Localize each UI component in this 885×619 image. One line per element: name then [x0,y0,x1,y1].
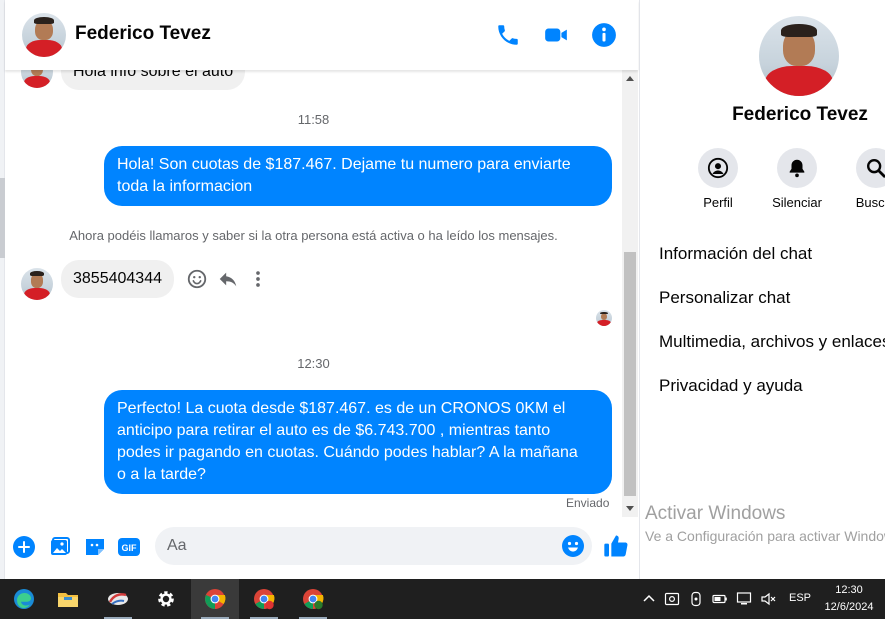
info-icon[interactable] [591,22,617,48]
mute-action-label: Silenciar [772,195,822,210]
edge-browser-icon[interactable] [0,579,48,619]
timestamp: 11:58 [297,112,330,127]
message-line: Perfecto! La cuota desde $187.467. es de… [117,400,566,417]
message-input[interactable] [167,527,547,565]
message-line: podes ir pagando en cuotas. Cuándo podes… [117,444,578,461]
message-line: anticipo para retirar el auto es de $6.7… [117,422,551,439]
contact-name[interactable]: Federico Tevez [75,23,211,45]
react-emoji-icon[interactable] [186,268,208,290]
activation-watermark-subtitle: Ve a Configuración para activar Windows. [645,528,885,544]
message-line: o a la tarde? [117,466,206,483]
message-avatar[interactable] [21,268,53,300]
system-notice: Ahora podéis llamaros y saber si la otra… [69,228,558,243]
menu-privacy-help[interactable]: Privacidad y ayuda [659,376,803,396]
tray-language[interactable]: ESP [789,592,811,604]
phone-icon[interactable] [495,22,521,48]
file-explorer-icon[interactable] [44,579,92,619]
gif-icon[interactable]: GIF [117,535,141,559]
chat-header: Federico Tevez [5,0,638,70]
search-action[interactable]: Buscar [836,148,885,210]
scroll-up-arrow[interactable] [626,76,634,81]
profile-action[interactable]: Perfil [678,148,758,210]
message-avatar[interactable] [21,70,53,88]
like-icon[interactable] [602,532,630,560]
menu-chat-info[interactable]: Información del chat [659,244,812,264]
svg-text:GIF: GIF [122,543,138,553]
tray-battery-icon[interactable] [712,591,728,607]
tray-network-icon[interactable] [736,591,752,607]
menu-customize-chat[interactable]: Personalizar chat [659,288,790,308]
profile-avatar[interactable] [759,16,839,96]
message-input-box[interactable] [155,527,592,565]
clock-date: 12/6/2024 [824,601,874,613]
search-action-label: Buscar [855,195,885,210]
timestamp: 12:30 [297,356,330,371]
menu-media-files[interactable]: Multimedia, archivos y enlaces [659,332,885,352]
emoji-icon[interactable] [561,534,585,558]
message-list[interactable]: Hola info sobre el auto 11:58 Hola! Son … [5,70,622,517]
read-receipt-avatar [596,310,612,326]
tray-volume-muted-icon[interactable] [760,591,776,607]
bell-icon[interactable] [777,148,817,188]
profile-name: Federico Tevez [732,104,868,125]
tray-capture-icon[interactable] [664,591,680,607]
scroll-thumb[interactable] [624,252,636,496]
incoming-message: 3855404344 [61,260,174,298]
chat-pane: Federico Tevez Hola info sobre el auto 1… [5,0,638,579]
chrome-icon[interactable] [191,579,239,619]
tray-sync-icon[interactable] [688,591,704,607]
sticker-icon[interactable] [83,535,107,559]
profile-action-label: Perfil [703,195,733,210]
chrome-profile-icon[interactable] [240,579,288,619]
incoming-message-partial: Hola info sobre el auto [61,70,246,90]
profile-icon[interactable] [698,148,738,188]
info-pane: Federico Tevez Perfil Silenciar Buscar I… [639,0,885,579]
message-status: Enviado [566,496,610,510]
activation-watermark-title: Activar Windows [645,503,786,524]
screen: Federico Tevez Hola info sobre el auto 1… [0,0,885,619]
tray-clock[interactable]: 12:30 12/6/2024 [820,582,878,616]
settings-gear-icon[interactable] [142,579,190,619]
add-icon[interactable] [12,535,36,559]
clock-time: 12:30 [835,584,863,596]
mute-action[interactable]: Silenciar [757,148,837,210]
taskbar: ESP 12:30 12/6/2024 [0,579,885,619]
outgoing-message: Hola! Son cuotas de $187.467. Dejame tu … [104,146,612,206]
scrollbar[interactable] [622,70,638,517]
chrome-profile-2-icon[interactable] [289,579,337,619]
more-options-icon[interactable] [247,268,269,290]
contact-avatar[interactable] [22,13,66,57]
scroll-down-arrow[interactable] [626,506,634,511]
outgoing-message: Perfecto! La cuota desde $187.467. es de… [104,390,612,494]
message-line: Hola! Son cuotas de $187.467. Dejame tu … [117,156,571,173]
reply-icon[interactable] [217,268,239,290]
tray-chevron-up-icon[interactable] [641,591,657,607]
composer: GIF [5,517,638,579]
app-shortcut-icon[interactable] [94,579,142,619]
message-line: toda la informacion [117,178,253,195]
video-call-icon[interactable] [543,22,569,48]
photo-icon[interactable] [48,535,72,559]
search-icon[interactable] [856,148,885,188]
